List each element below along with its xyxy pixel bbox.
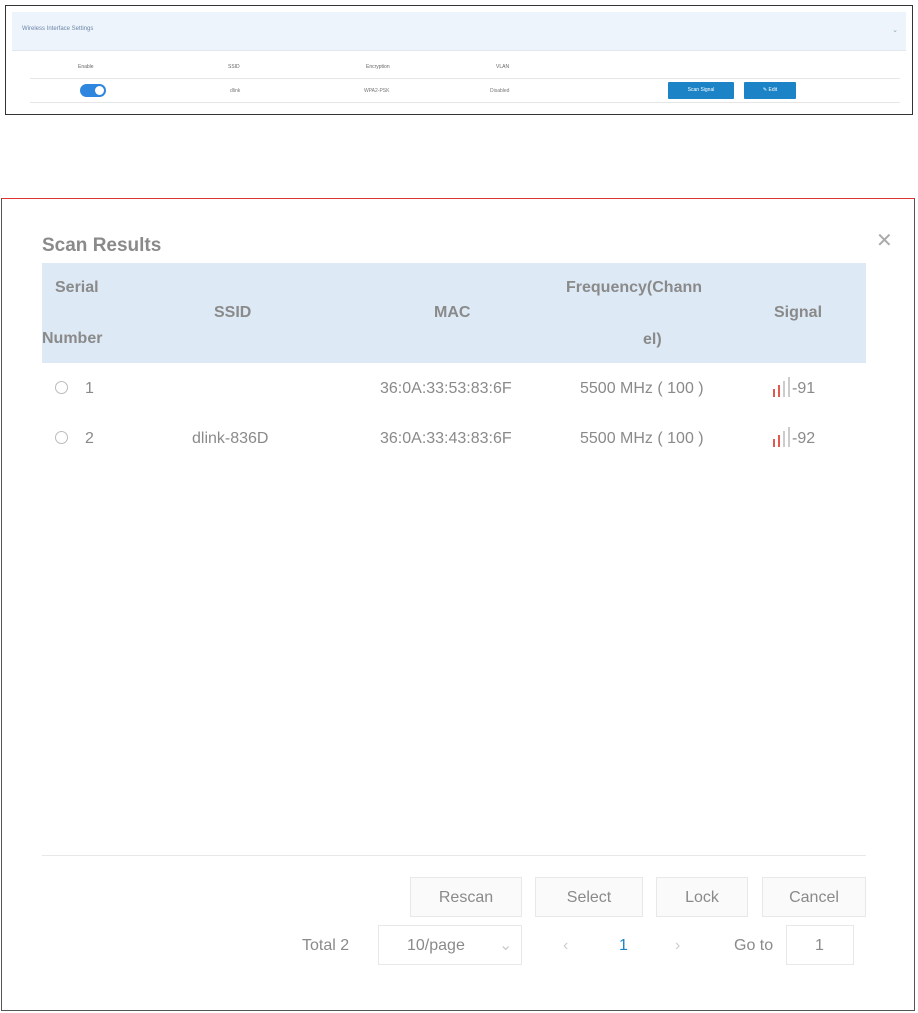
col-ssid: SSID (228, 64, 240, 70)
select-button[interactable]: Select (535, 877, 643, 917)
serial-cell: 2 (85, 430, 94, 447)
edit-button[interactable]: ✎ Edit (744, 82, 796, 99)
panel-header: Wireless Interface Settings ⌄ (12, 12, 906, 51)
settings-row: dlink WPA2-PSK Disabled Scan Signal ✎ Ed… (30, 78, 900, 103)
lock-button[interactable]: Lock (656, 877, 748, 917)
chevron-down-icon: ⌄ (499, 937, 513, 954)
ssid-cell: dlink-836D (192, 430, 269, 447)
row-radio[interactable] (55, 431, 68, 444)
col-enable: Enable (78, 64, 94, 70)
close-icon[interactable]: ✕ (876, 231, 893, 251)
page-size-select[interactable]: 10/page ⌄ (378, 925, 522, 965)
th-serial-line2: Number (42, 330, 103, 347)
mac-cell: 36:0A:33:53:83:6F (380, 380, 512, 397)
col-encryption: Encryption (366, 64, 390, 70)
th-serial-line1: Serial (55, 279, 99, 296)
signal-cell: -91 (792, 380, 816, 397)
th-mac: MAC (434, 304, 471, 321)
next-page-icon[interactable]: › (675, 937, 680, 955)
enable-toggle[interactable] (80, 84, 106, 97)
cancel-button[interactable]: Cancel (762, 877, 866, 917)
th-frequency-line1: Frequency(Chann (566, 279, 703, 296)
panel-title: Wireless Interface Settings (22, 26, 94, 32)
edit-button-label: Edit (768, 87, 778, 93)
ssid-cell: dlink (230, 88, 241, 94)
mac-cell: 36:0A:33:43:83:6F (380, 430, 512, 447)
collapse-icon[interactable]: ⌄ (892, 26, 898, 34)
goto-input[interactable]: 1 (786, 925, 854, 965)
goto-label: Go to (734, 937, 774, 954)
prev-page-icon[interactable]: ‹ (563, 937, 568, 955)
total-count: Total 2 (302, 937, 350, 954)
goto-value: 1 (815, 937, 824, 954)
table-row[interactable]: 1 36:0A:33:53:83:6F 5500 MHz ( 100 ) -91 (42, 365, 866, 415)
scan-signal-button[interactable]: Scan Signal (668, 82, 734, 99)
encryption-cell: WPA2-PSK (364, 88, 390, 94)
page-size-value: 10/page (407, 937, 465, 954)
table-row[interactable]: 2 dlink-836D 36:0A:33:43:83:6F 5500 MHz … (42, 415, 866, 465)
current-page[interactable]: 1 (619, 937, 628, 955)
wireless-settings-panel: Wireless Interface Settings ⌄ Enable SSI… (5, 5, 913, 115)
rescan-button[interactable]: Rescan (410, 877, 522, 917)
results-table-header: Serial Number SSID MAC Frequency(Chann e… (42, 263, 866, 363)
signal-strength-icon (772, 427, 790, 447)
th-signal: Signal (774, 304, 823, 321)
frequency-cell: 5500 MHz ( 100 ) (580, 430, 704, 447)
vlan-cell: Disabled (490, 88, 510, 94)
dialog-title: Scan Results (42, 235, 162, 256)
row-radio[interactable] (55, 381, 68, 394)
settings-table-header: Enable SSID Encryption VLAN (30, 58, 900, 79)
th-ssid: SSID (214, 304, 252, 321)
col-vlan: VLAN (496, 64, 510, 70)
scan-results-dialog: Scan Results ✕ Serial Number SSID MAC Fr… (1, 198, 915, 1011)
th-frequency-line2: el) (643, 331, 662, 348)
signal-cell: -92 (792, 430, 816, 447)
frequency-cell: 5500 MHz ( 100 ) (580, 380, 704, 397)
footer-divider (42, 855, 866, 856)
serial-cell: 1 (85, 380, 94, 397)
signal-strength-icon (772, 377, 790, 397)
